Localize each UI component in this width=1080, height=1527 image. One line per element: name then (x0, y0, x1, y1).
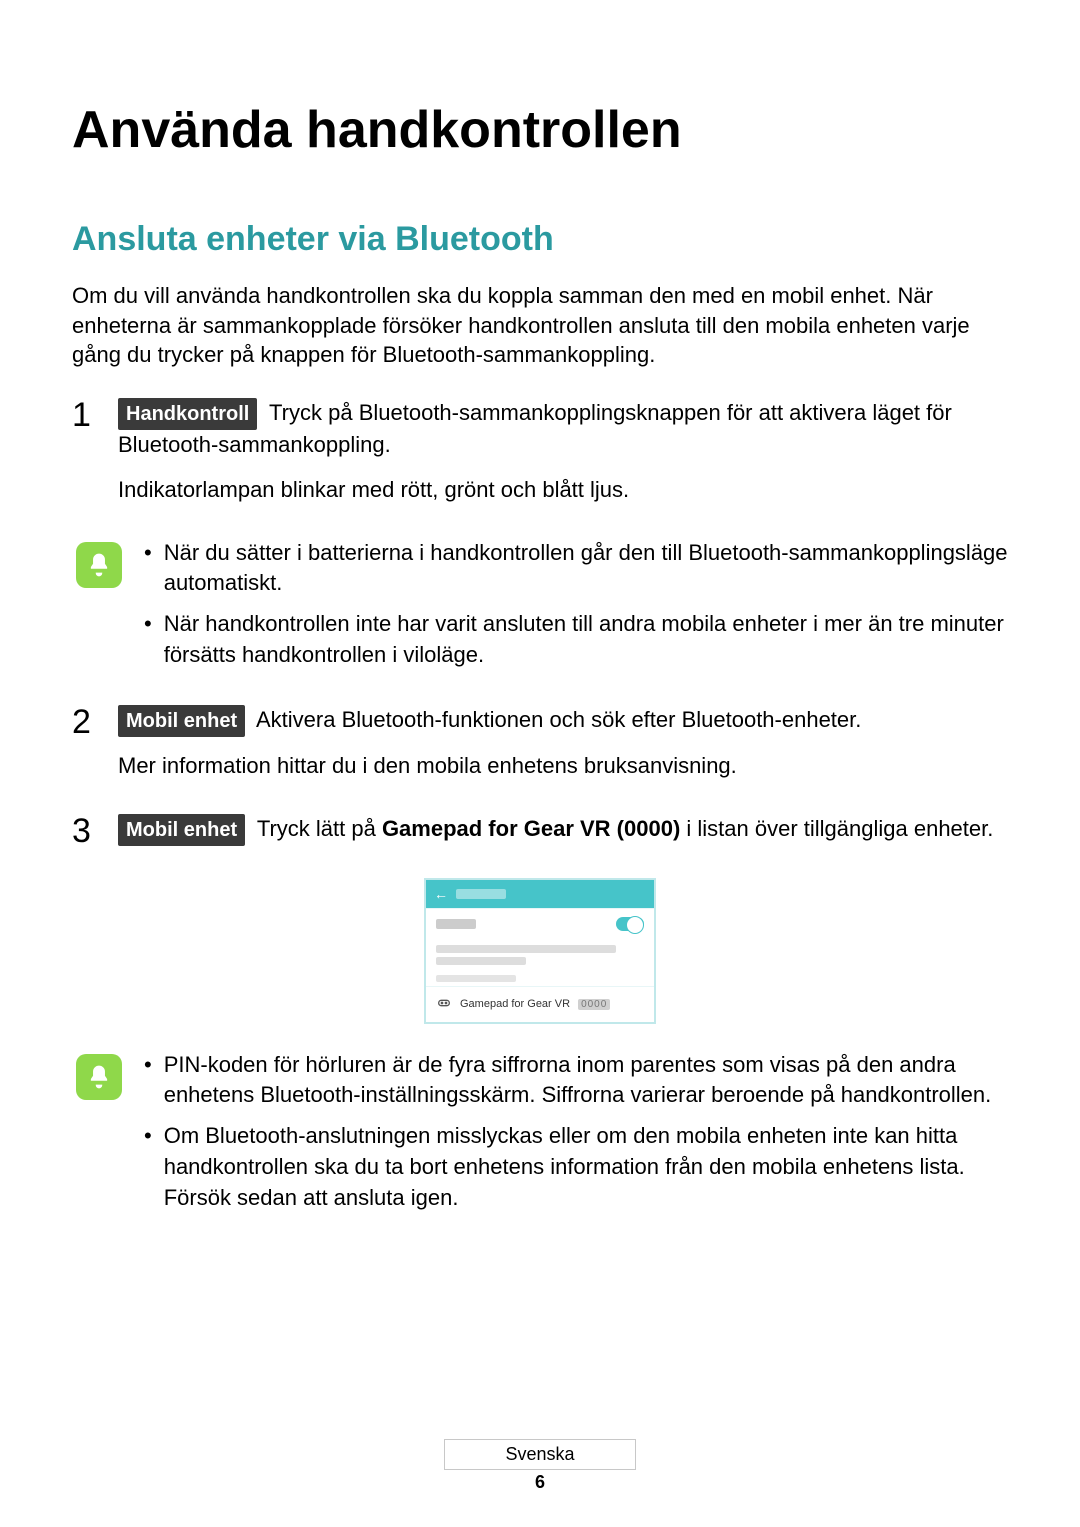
step-text: Aktivera Bluetooth-funktionen och sök ef… (251, 707, 861, 732)
note-item: Om Bluetooth-anslutningen misslyckas ell… (164, 1121, 1008, 1213)
step-text: Tryck lätt på (251, 816, 382, 841)
step-number: 2 (72, 705, 100, 796)
bell-icon (76, 1054, 122, 1100)
step-1: 1 Handkontroll Tryck på Bluetooth-samman… (72, 398, 1008, 520)
device-badge-handkontroll: Handkontroll (118, 398, 257, 430)
step-body: Mobil enhet Aktivera Bluetooth-funktione… (118, 705, 1008, 796)
step-number: 3 (72, 814, 100, 860)
back-arrow-icon: ← (434, 886, 448, 902)
toggle-on-icon (616, 917, 644, 931)
blurred-subheader (426, 971, 654, 986)
manual-page: Använda handkontrollen Ansluta enheter v… (0, 0, 1080, 1527)
step-body: Handkontroll Tryck på Bluetooth-sammanko… (118, 398, 1008, 520)
step-body: Mobil enhet Tryck lätt på Gamepad for Ge… (118, 814, 1008, 860)
intro-paragraph: Om du vill använda handkontrollen ska du… (72, 281, 1008, 370)
step-subtext: Mer information hittar du i den mobila e… (118, 751, 1008, 782)
bullet: • (144, 1050, 152, 1112)
note-item: PIN-koden för hörluren är de fyra siffro… (164, 1050, 1008, 1112)
blurred-label (436, 919, 476, 929)
bullet: • (144, 1121, 152, 1213)
note-list: •När du sätter i batterierna i handkontr… (144, 538, 1008, 681)
step-subtext: Indikatorlampan blinkar med rött, grönt … (118, 475, 1008, 506)
bluetooth-toggle-row (426, 908, 654, 939)
bluetooth-device-row: Gamepad for Gear VR 0000 (426, 986, 654, 1022)
note-item: När handkontrollen inte har varit anslut… (164, 609, 1008, 671)
device-pin-placeholder: 0000 (578, 999, 610, 1010)
bluetooth-settings-illustration: ← Gamepad for Gear VR 0000 (72, 878, 1008, 1024)
step-number: 1 (72, 398, 100, 520)
gamepad-icon (436, 995, 452, 1014)
device-name-bold: Gamepad for Gear VR (0000) (382, 816, 680, 841)
blurred-description (426, 939, 654, 971)
bluetooth-header: ← (426, 880, 654, 908)
bell-icon (76, 542, 122, 588)
bullet: • (144, 538, 152, 600)
blurred-title (456, 889, 506, 899)
page-footer: Svenska 6 (0, 1439, 1080, 1493)
note-box: •När du sätter i batterierna i handkontr… (72, 538, 1008, 681)
section-title: Ansluta enheter via Bluetooth (72, 220, 1008, 259)
step-text: i listan över tillgängliga enheter. (680, 816, 993, 841)
step-2: 2 Mobil enhet Aktivera Bluetooth-funktio… (72, 705, 1008, 796)
bullet: • (144, 609, 152, 671)
footer-page-number: 6 (0, 1472, 1080, 1493)
note-list: •PIN-koden för hörluren är de fyra siffr… (144, 1050, 1008, 1224)
device-badge-mobil: Mobil enhet (118, 705, 245, 737)
footer-language: Svenska (444, 1439, 635, 1470)
page-title: Använda handkontrollen (72, 100, 1008, 160)
device-label: Gamepad for Gear VR (460, 998, 570, 1010)
step-3: 3 Mobil enhet Tryck lätt på Gamepad for … (72, 814, 1008, 860)
note-box: •PIN-koden för hörluren är de fyra siffr… (72, 1050, 1008, 1224)
bluetooth-screen: ← Gamepad for Gear VR 0000 (424, 878, 656, 1024)
note-item: När du sätter i batterierna i handkontro… (164, 538, 1008, 600)
device-badge-mobil: Mobil enhet (118, 814, 245, 846)
